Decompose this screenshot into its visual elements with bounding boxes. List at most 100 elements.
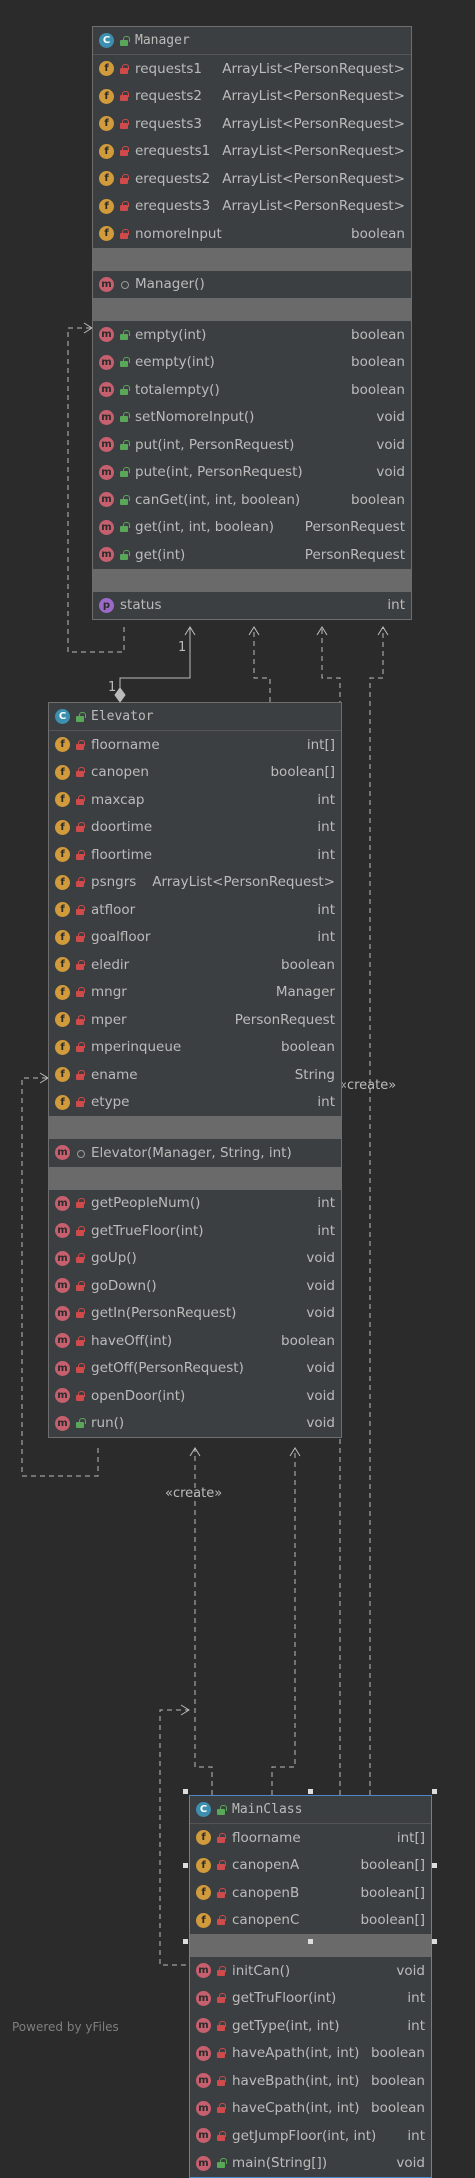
- method-row[interactable]: m goDown() void: [49, 1272, 341, 1300]
- field-type: String: [294, 1066, 335, 1083]
- field-row[interactable]: f etype int: [49, 1089, 341, 1117]
- private-lock-icon: [216, 2130, 226, 2141]
- field-row[interactable]: f canopenC boolean[]: [190, 1907, 431, 1935]
- field-name: doortime: [91, 819, 153, 836]
- multiplicity-label: 1: [108, 680, 117, 695]
- method-row[interactable]: m put(int, PersonRequest) void: [93, 431, 411, 459]
- class-mainclass[interactable]: C MainClass f floorname int[] f canopenA boo…: [189, 1795, 432, 2178]
- method-row[interactable]: m getOff(PersonRequest) void: [49, 1355, 341, 1383]
- private-lock-icon: [75, 1014, 85, 1025]
- class-manager[interactable]: C Manager f requests1 ArrayList<PersonRequ…: [92, 26, 412, 620]
- field-type: boolean[]: [270, 764, 335, 781]
- field-icon: f: [99, 171, 114, 187]
- method-row[interactable]: m getJumpFloor(int, int) int: [190, 2122, 431, 2150]
- field-row[interactable]: f atfloor int: [49, 896, 341, 924]
- constructor-row[interactable]: m Elevator(Manager, String, int): [49, 1139, 341, 1167]
- field-row[interactable]: f erequests3 ArrayList<PersonRequest>: [93, 193, 411, 221]
- method-row[interactable]: m openDoor(int) void: [49, 1382, 341, 1410]
- method-row[interactable]: m getType(int, int) int: [190, 2012, 431, 2040]
- method-row[interactable]: m haveApath(int, int) boolean: [190, 2040, 431, 2068]
- field-row[interactable]: f eledir boolean: [49, 951, 341, 979]
- private-lock-icon: [75, 987, 85, 998]
- field-row[interactable]: f mperinqueue boolean: [49, 1034, 341, 1062]
- method-row[interactable]: m totalempty() boolean: [93, 376, 411, 404]
- method-name: setNomoreInput(): [135, 409, 255, 426]
- field-row[interactable]: f floortime int: [49, 841, 341, 869]
- field-row[interactable]: f nomoreInput boolean: [93, 220, 411, 248]
- method-icon: m: [99, 464, 114, 480]
- method-row[interactable]: m empty(int) boolean: [93, 321, 411, 349]
- selection-handle[interactable]: [308, 1939, 313, 1944]
- method-row[interactable]: m initCan() void: [190, 1957, 431, 1985]
- method-row[interactable]: m getIn(PersonRequest) void: [49, 1300, 341, 1328]
- field-row[interactable]: f requests3 ArrayList<PersonRequest>: [93, 110, 411, 138]
- field-row[interactable]: f mngr Manager: [49, 979, 341, 1007]
- field-name: mper: [91, 1011, 127, 1028]
- field-type: ArrayList<PersonRequest>: [152, 874, 335, 891]
- package-visibility-icon: [75, 1148, 85, 1158]
- field-name: requests1: [135, 60, 202, 77]
- selection-handle[interactable]: [432, 1863, 437, 1868]
- field-name: nomoreInput: [135, 225, 222, 242]
- field-row[interactable]: f psngrs ArrayList<PersonRequest>: [49, 869, 341, 897]
- constructor-name: Manager(): [135, 276, 205, 293]
- selection-handle[interactable]: [432, 1939, 437, 1944]
- field-row[interactable]: f doortime int: [49, 814, 341, 842]
- public-icon: [119, 494, 130, 505]
- field-row[interactable]: f canopenB boolean[]: [190, 1879, 431, 1907]
- method-row[interactable]: m get(int, int, boolean) PersonRequest: [93, 514, 411, 542]
- constructor-row[interactable]: m Manager(): [93, 271, 411, 299]
- field-row[interactable]: f ename String: [49, 1061, 341, 1089]
- selection-handle[interactable]: [183, 1863, 188, 1868]
- selection-handle[interactable]: [183, 1939, 188, 1944]
- private-lock-icon: [216, 2020, 226, 2031]
- field-icon: f: [55, 764, 70, 780]
- section-separator: [93, 298, 411, 321]
- method-row[interactable]: m getTruFloor(int) int: [190, 1985, 431, 2013]
- field-row[interactable]: f goalfloor int: [49, 924, 341, 952]
- private-lock-icon: [75, 1042, 85, 1053]
- field-row[interactable]: f floorname int[]: [49, 731, 341, 759]
- private-lock-icon: [216, 1832, 226, 1843]
- method-row[interactable]: m goUp() void: [49, 1245, 341, 1273]
- field-row[interactable]: f requests2 ArrayList<PersonRequest>: [93, 83, 411, 111]
- method-row[interactable]: m get(int) PersonRequest: [93, 541, 411, 569]
- method-row[interactable]: m haveBpath(int, int) boolean: [190, 2067, 431, 2095]
- field-row[interactable]: f erequests1 ArrayList<PersonRequest>: [93, 138, 411, 166]
- private-lock-icon: [216, 1915, 226, 1926]
- method-row[interactable]: m haveCpath(int, int) boolean: [190, 2095, 431, 2123]
- method-row[interactable]: m haveOff(int) boolean: [49, 1327, 341, 1355]
- method-row[interactable]: m getPeopleNum() int: [49, 1190, 341, 1218]
- method-icon: m: [99, 409, 114, 425]
- private-lock-icon: [216, 1993, 226, 2004]
- field-row[interactable]: f mper PersonRequest: [49, 1006, 341, 1034]
- field-name: canopenA: [232, 1857, 300, 1874]
- method-row[interactable]: m eempty(int) boolean: [93, 349, 411, 377]
- method-row[interactable]: m getTrueFloor(int) int: [49, 1217, 341, 1245]
- field-row[interactable]: f canopenA boolean[]: [190, 1852, 431, 1880]
- selection-handle[interactable]: [183, 1789, 188, 1794]
- selection-handle[interactable]: [308, 1789, 313, 1794]
- method-icon: m: [99, 437, 114, 453]
- method-row[interactable]: m setNomoreInput() void: [93, 404, 411, 432]
- method-name: haveOff(int): [91, 1332, 173, 1349]
- class-elevator[interactable]: C Elevator f floorname int[] f canopen boole…: [48, 702, 342, 1438]
- field-icon: f: [99, 61, 114, 77]
- property-row[interactable]: p status int: [93, 592, 411, 620]
- public-icon: [119, 549, 130, 560]
- method-icon: m: [55, 1360, 70, 1376]
- field-type: int: [317, 791, 335, 808]
- field-row[interactable]: f floorname int[]: [190, 1824, 431, 1852]
- method-row[interactable]: m canGet(int, int, boolean) boolean: [93, 486, 411, 514]
- field-row[interactable]: f erequests2 ArrayList<PersonRequest>: [93, 165, 411, 193]
- selection-handle[interactable]: [432, 1789, 437, 1794]
- method-row[interactable]: m pute(int, PersonRequest) void: [93, 459, 411, 487]
- field-icon: f: [196, 1830, 211, 1846]
- field-row[interactable]: f requests1 ArrayList<PersonRequest>: [93, 55, 411, 83]
- field-row[interactable]: f canopen boolean[]: [49, 759, 341, 787]
- field-icon: f: [196, 1857, 211, 1873]
- field-row[interactable]: f maxcap int: [49, 786, 341, 814]
- method-row[interactable]: m run() void: [49, 1410, 341, 1438]
- method-return-type: boolean: [351, 354, 405, 371]
- method-row[interactable]: m main(String[]) void: [190, 2150, 431, 2178]
